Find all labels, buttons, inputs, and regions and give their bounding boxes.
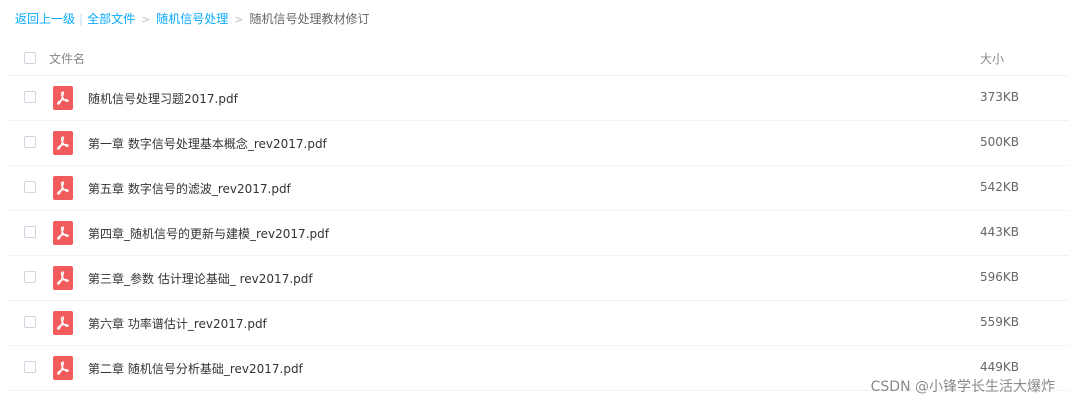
- column-header-size[interactable]: 大小: [980, 50, 1004, 67]
- row-checkbox[interactable]: [24, 271, 36, 283]
- row-checkbox[interactable]: [24, 181, 36, 193]
- row-checkbox[interactable]: [24, 316, 36, 328]
- table-header: 文件名 大小: [8, 40, 1069, 76]
- breadcrumb-current: 随机信号处理教材修订: [249, 12, 370, 26]
- breadcrumb: 返回上一级 | 全部文件 > 随机信号处理 > 随机信号处理教材修订: [15, 11, 370, 27]
- file-row[interactable]: 第四章_随机信号的更新与建模_rev2017.pdf 443KB: [8, 211, 1069, 256]
- pdf-icon: [53, 176, 73, 200]
- file-row[interactable]: 第五章 数字信号的滤波_rev2017.pdf 542KB: [8, 166, 1069, 211]
- file-name[interactable]: 随机信号处理习题2017.pdf: [88, 90, 238, 107]
- file-name[interactable]: 第五章 数字信号的滤波_rev2017.pdf: [88, 180, 291, 197]
- column-header-name[interactable]: 文件名: [49, 50, 85, 67]
- row-checkbox[interactable]: [24, 361, 36, 373]
- pdf-icon: [53, 311, 73, 335]
- file-name[interactable]: 第一章 数字信号处理基本概念_rev2017.pdf: [88, 135, 327, 152]
- file-row[interactable]: 第六章 功率谱估计_rev2017.pdf 559KB: [8, 301, 1069, 346]
- pdf-icon: [53, 131, 73, 155]
- file-size: 596KB: [980, 270, 1020, 284]
- file-size: 449KB: [980, 360, 1020, 374]
- breadcrumb-separator: |: [79, 12, 84, 26]
- file-name[interactable]: 第四章_随机信号的更新与建模_rev2017.pdf: [88, 225, 329, 242]
- select-all-checkbox[interactable]: [24, 52, 36, 64]
- file-row[interactable]: 随机信号处理习题2017.pdf 373KB: [8, 76, 1069, 121]
- file-browser: 返回上一级 | 全部文件 > 随机信号处理 > 随机信号处理教材修订 文件名 大小 随机信号…: [0, 0, 1069, 406]
- breadcrumb-all-files[interactable]: 全部文件: [87, 12, 135, 26]
- pdf-icon: [53, 86, 73, 110]
- file-row[interactable]: 第三章_参数 估计理论基础_ rev2017.pdf 596KB: [8, 256, 1069, 301]
- row-checkbox[interactable]: [24, 136, 36, 148]
- row-checkbox[interactable]: [24, 91, 36, 103]
- file-size: 500KB: [980, 135, 1020, 149]
- breadcrumb-arrow-1: >: [141, 13, 151, 26]
- file-size: 443KB: [980, 225, 1020, 239]
- breadcrumb-folder[interactable]: 随机信号处理: [156, 12, 228, 26]
- file-size: 559KB: [980, 315, 1020, 329]
- back-link[interactable]: 返回上一级: [15, 12, 75, 26]
- pdf-icon: [53, 266, 73, 290]
- pdf-icon: [53, 221, 73, 245]
- file-name[interactable]: 第二章 随机信号分析基础_rev2017.pdf: [88, 360, 303, 377]
- pdf-icon: [53, 356, 73, 380]
- file-size: 542KB: [980, 180, 1020, 194]
- breadcrumb-arrow-2: >: [234, 13, 244, 26]
- file-name[interactable]: 第六章 功率谱估计_rev2017.pdf: [88, 315, 267, 332]
- file-row[interactable]: 第一章 数字信号处理基本概念_rev2017.pdf 500KB: [8, 121, 1069, 166]
- watermark: CSDN @小锋学长生活大爆炸: [870, 379, 1055, 395]
- file-name[interactable]: 第三章_参数 估计理论基础_ rev2017.pdf: [88, 270, 313, 287]
- file-list: 随机信号处理习题2017.pdf 373KB 第一章 数字信号处理基本概念_re…: [8, 76, 1069, 391]
- file-size: 373KB: [980, 90, 1020, 104]
- row-checkbox[interactable]: [24, 226, 36, 238]
